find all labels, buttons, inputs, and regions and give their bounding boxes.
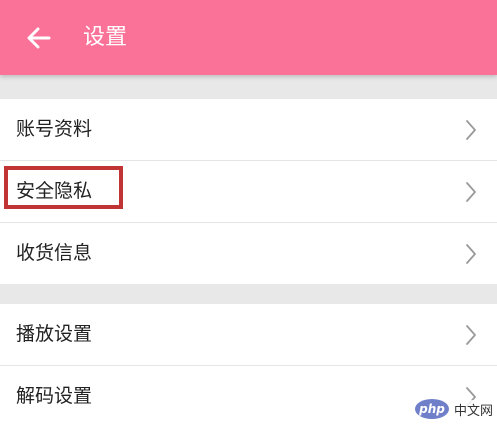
- settings-item-label: 播放设置: [16, 323, 93, 345]
- chevron-right-icon: [466, 120, 476, 140]
- settings-item-label: 安全隐私: [16, 180, 93, 202]
- settings-item-shipping-info[interactable]: 收货信息: [0, 223, 497, 284]
- php-logo: php: [414, 399, 449, 419]
- app-bar: 设置: [0, 0, 497, 75]
- chevron-right-icon: [466, 325, 476, 345]
- page-title: 设置: [83, 25, 128, 50]
- settings-item-playback-settings[interactable]: 播放设置: [0, 304, 497, 366]
- chevron-right-icon: [466, 182, 476, 202]
- settings-group-account: 账号资料 安全隐私 收货信息: [0, 99, 497, 284]
- settings-item-label: 收货信息: [16, 242, 93, 264]
- settings-item-security-privacy[interactable]: 安全隐私: [0, 161, 497, 223]
- watermark: php 中文网: [414, 398, 495, 420]
- back-button[interactable]: [22, 22, 56, 54]
- arrow-left-icon: [27, 27, 51, 49]
- settings-item-account-profile[interactable]: 账号资料: [0, 99, 497, 161]
- settings-item-label: 账号资料: [16, 118, 93, 140]
- settings-item-label: 解码设置: [16, 385, 93, 407]
- watermark-text: 中文网: [451, 399, 495, 419]
- chevron-right-icon: [466, 244, 476, 264]
